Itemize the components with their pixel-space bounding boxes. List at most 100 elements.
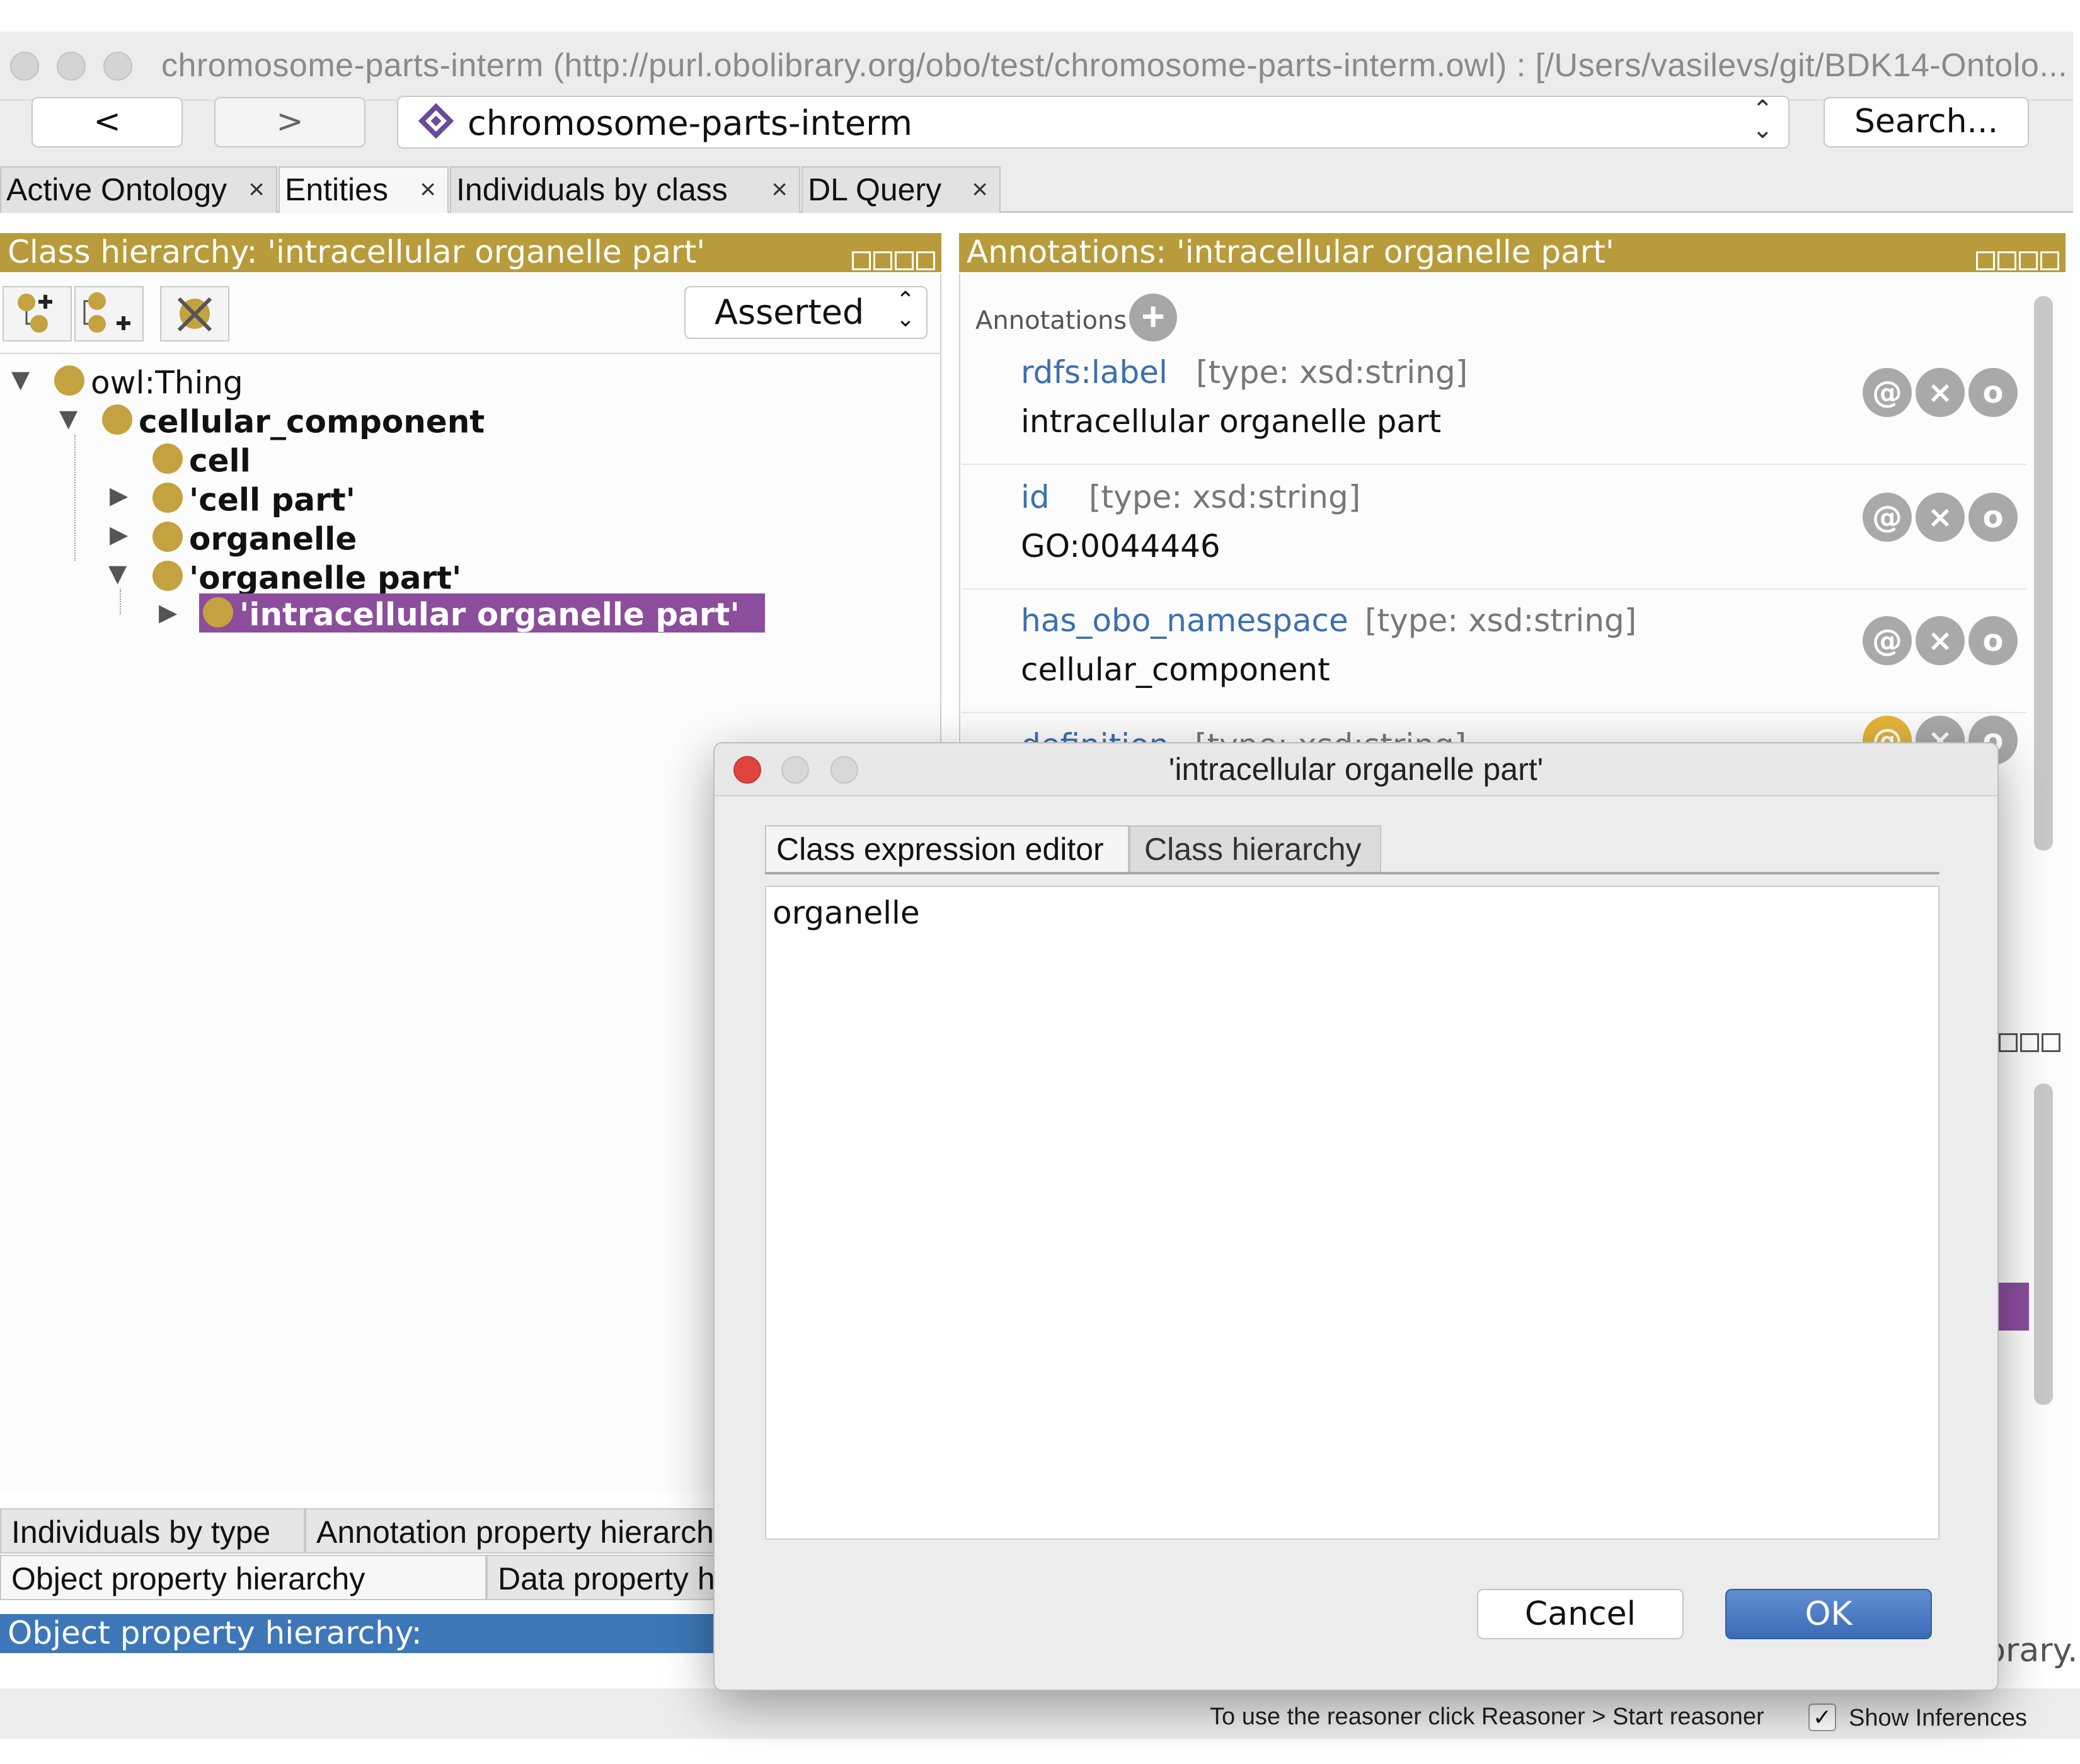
class-icon <box>54 365 84 396</box>
close-tab-icon[interactable]: × <box>972 168 988 212</box>
split-icon[interactable] <box>1976 251 1995 270</box>
minimize-window-button[interactable] <box>57 52 86 81</box>
node-label: cell <box>189 442 251 479</box>
tab-label: Entities <box>285 172 388 207</box>
tab-data-property-hierarchy[interactable]: Data property h <box>486 1555 721 1600</box>
close-window-button[interactable] <box>10 52 39 81</box>
panel-controls[interactable] <box>1996 1033 2060 1056</box>
edit-icon[interactable]: o <box>1968 368 2018 417</box>
forward-button[interactable]: > <box>214 97 365 147</box>
split-icon[interactable] <box>1999 1033 2018 1052</box>
tab-label: Active Ontology <box>6 172 227 207</box>
ontology-selector[interactable]: chromosome-parts-interm ⌃ ⌄ <box>397 96 1790 149</box>
float-icon[interactable] <box>2020 1033 2039 1052</box>
cancel-button[interactable]: Cancel <box>1477 1589 1684 1639</box>
tab-label: Individuals by class <box>456 172 728 207</box>
annotations-scrollbar[interactable] <box>2034 296 2053 850</box>
tab-annotation-property-hierarchy[interactable]: Annotation property hierarch <box>305 1508 721 1554</box>
ok-button[interactable]: OK <box>1725 1589 1932 1639</box>
split-icon[interactable] <box>873 251 892 270</box>
tab-individuals-by-class[interactable]: Individuals by class × <box>450 166 800 213</box>
close-tab-icon[interactable]: × <box>248 168 265 212</box>
node-label: 'organelle part' <box>189 559 462 597</box>
annotation-row[interactable]: id [type: xsd:string] GO:0044446 @ × o <box>962 465 2026 590</box>
annotation-property[interactable]: has_obo_namespace <box>1021 602 1348 639</box>
expand-triangle-icon[interactable]: ▼ <box>59 404 78 432</box>
back-button[interactable]: < <box>32 97 183 147</box>
close-panel-icon[interactable] <box>2040 251 2059 270</box>
expand-triangle-icon[interactable]: ▼ <box>108 559 127 587</box>
float-icon[interactable] <box>2019 251 2038 270</box>
split-icon[interactable] <box>1997 251 2016 270</box>
window-title: chromosome-parts-interm (http://purl.obo… <box>161 47 2068 84</box>
collapse-triangle-icon[interactable]: ▶ <box>110 520 128 548</box>
tree-node-intracellular-organelle-part[interactable]: 'intracellular organelle part' <box>199 593 765 633</box>
delete-class-button[interactable] <box>160 286 229 341</box>
expand-triangle-icon[interactable]: ▼ <box>11 365 30 393</box>
tab-class-expression-editor[interactable]: Class expression editor <box>765 825 1129 873</box>
tree-node-cell-part[interactable]: 'cell part' <box>152 479 355 518</box>
delete-icon[interactable]: × <box>1916 616 1965 665</box>
annotation-row[interactable]: has_obo_namespace [type: xsd:string] cel… <box>962 588 2026 713</box>
add-annotation-button[interactable]: + <box>1129 294 1177 341</box>
panel-controls[interactable] <box>849 241 935 270</box>
tab-individuals-by-type[interactable]: Individuals by type <box>0 1508 305 1554</box>
edit-icon[interactable]: o <box>1968 616 2018 665</box>
annotate-icon[interactable]: @ <box>1863 616 1912 665</box>
tab-dl-query[interactable]: DL Query × <box>802 166 1001 213</box>
tree-node-cellular-component[interactable]: cellular_component <box>102 401 485 440</box>
add-subclass-button[interactable] <box>3 286 72 341</box>
class-expression-editor[interactable]: organelle <box>765 886 1939 1540</box>
search-button[interactable]: Search... <box>1824 97 2029 147</box>
node-label: owl:Thing <box>91 364 243 401</box>
tab-object-property-hierarchy[interactable]: Object property hierarchy <box>0 1555 486 1600</box>
annotation-property[interactable]: id <box>1021 479 1050 515</box>
annotation-property[interactable]: rdfs:label <box>1021 354 1168 391</box>
dialog-titlebar: 'intracellular organelle part' <box>715 743 1997 796</box>
delete-icon[interactable]: × <box>1916 493 1965 542</box>
class-icon <box>152 482 183 513</box>
show-inferences-checkbox[interactable]: ✓ <box>1808 1704 1836 1731</box>
panel-controls[interactable] <box>1974 241 2059 270</box>
tree-node-organelle[interactable]: organelle <box>152 518 357 558</box>
hierarchy-mode-selector[interactable]: Asserted ⌃ ⌄ <box>684 286 928 339</box>
class-hierarchy-header: Class hierarchy: 'intracellular organell… <box>0 233 941 272</box>
collapse-triangle-icon[interactable]: ▶ <box>110 481 128 509</box>
annotation-type: [type: xsd:string] <box>1089 479 1361 515</box>
close-tab-icon[interactable]: × <box>420 168 436 212</box>
annotations-section-label: Annotations <box>975 306 1127 335</box>
maximize-window-button[interactable] <box>103 52 132 81</box>
annotate-icon[interactable]: @ <box>1863 493 1912 542</box>
annotate-icon[interactable]: @ <box>1863 368 1912 417</box>
checkmark-icon: ✓ <box>1812 1704 1832 1730</box>
ontology-name: chromosome-parts-interm <box>468 103 912 143</box>
tab-active-ontology[interactable]: Active Ontology × <box>0 166 277 213</box>
tab-entities[interactable]: Entities × <box>279 166 449 213</box>
collapse-triangle-icon[interactable]: ▶ <box>159 598 177 626</box>
node-label: organelle <box>189 520 357 558</box>
tree-node-owl-thing[interactable]: owl:Thing <box>54 362 243 401</box>
annotation-type: [type: xsd:string] <box>1365 602 1637 639</box>
class-icon <box>203 597 233 627</box>
close-panel-icon[interactable] <box>916 251 935 270</box>
class-expression-text[interactable]: organelle <box>773 895 920 931</box>
tree-connector <box>74 435 76 561</box>
annotations-header: Annotations: 'intracellular organelle pa… <box>959 233 2066 272</box>
close-tab-icon[interactable]: × <box>771 168 788 212</box>
annotation-value: cellular_component <box>1021 651 1330 688</box>
tree-node-organelle-part[interactable]: 'organelle part' <box>152 557 462 597</box>
float-icon[interactable] <box>895 251 914 270</box>
node-label: 'intracellular organelle part' <box>239 596 740 633</box>
delete-icon[interactable]: × <box>1916 368 1965 417</box>
close-panel-icon[interactable] <box>2042 1033 2060 1052</box>
tree-node-cell[interactable]: cell <box>152 440 251 479</box>
edit-icon[interactable]: o <box>1968 493 2018 542</box>
panel-scrollbar[interactable] <box>2034 1084 2053 1405</box>
annotation-row[interactable]: rdfs:label [type: xsd:string] intracellu… <box>962 340 2026 465</box>
tab-class-hierarchy[interactable]: Class hierarchy <box>1129 825 1381 873</box>
annotation-value: intracellular organelle part <box>1021 403 1442 440</box>
add-sibling-button[interactable] <box>74 286 144 341</box>
class-icon <box>152 443 183 474</box>
class-icon <box>152 521 183 552</box>
split-icon[interactable] <box>852 251 871 270</box>
